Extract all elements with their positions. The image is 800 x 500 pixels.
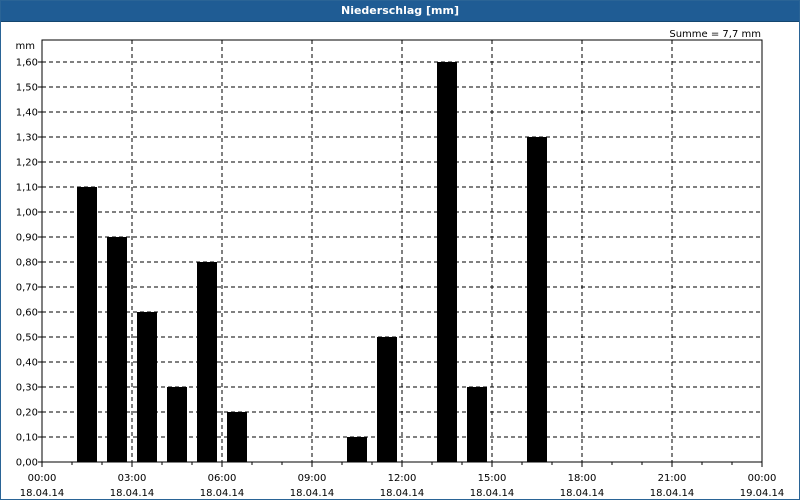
precipitation-bar <box>347 437 367 462</box>
y-tick-label: 1,50 <box>16 83 38 94</box>
x-tick-time-label: 06:00 <box>208 473 237 484</box>
precipitation-bar <box>167 387 187 462</box>
y-tick-label: 0,30 <box>16 383 38 394</box>
precipitation-bar <box>437 62 457 462</box>
y-tick-label: 0,00 <box>16 458 38 469</box>
precipitation-chart: mm Summe = 7,7 mm 0,00 0,10 0,20 0,30 0,40 0,… <box>16 29 785 499</box>
sum-label: Summe = 7,7 mm <box>669 29 761 40</box>
y-tick-label: 1,20 <box>16 158 38 169</box>
x-tick-date-label: 18.04.14 <box>470 488 515 499</box>
x-tick-date-label: 18.04.14 <box>110 488 155 499</box>
x-tick-time-label: 00:00 <box>28 473 57 484</box>
x-tick-date-label: 18.04.14 <box>560 488 605 499</box>
x-tick-time-label: 21:00 <box>658 473 687 484</box>
x-tick-date-label: 18.04.14 <box>20 488 65 499</box>
y-axis-unit: mm <box>16 41 35 52</box>
y-tick-label: 1,00 <box>16 208 38 219</box>
y-tick-label: 1,40 <box>16 108 38 119</box>
x-tick-time-label: 03:00 <box>118 473 147 484</box>
y-tick-label: 0,70 <box>16 283 38 294</box>
x-tick-time-label: 00:00 <box>748 473 777 484</box>
y-tick-label: 0,80 <box>16 258 38 269</box>
y-tick-label: 1,60 <box>16 58 38 69</box>
x-tick-time-label: 09:00 <box>298 473 327 484</box>
y-tick-label: 1,10 <box>16 183 38 194</box>
x-tick-time-label: 12:00 <box>388 473 417 484</box>
y-tick-label: 0,20 <box>16 408 38 419</box>
x-tick-time-label: 18:00 <box>568 473 597 484</box>
precipitation-bar <box>527 137 547 462</box>
x-tick-date-label: 19.04.14 <box>740 488 785 499</box>
y-tick-label: 0,10 <box>16 433 38 444</box>
window-title: Niederschlag [mm] <box>1 1 799 22</box>
x-tick-date-label: 18.04.14 <box>290 488 335 499</box>
x-tick-date-label: 18.04.14 <box>650 488 695 499</box>
precipitation-bar <box>77 187 97 462</box>
x-tick-date-label: 18.04.14 <box>200 488 245 499</box>
chart-window: Niederschlag [mm] mm Summe = 7,7 mm 0,00… <box>0 0 800 500</box>
x-tick-date-label: 18.04.14 <box>380 488 425 499</box>
y-tick-label: 0,90 <box>16 233 38 244</box>
y-tick-label: 0,40 <box>16 358 38 369</box>
precipitation-bar <box>137 312 157 462</box>
y-tick-label: 0,50 <box>16 333 38 344</box>
precipitation-bar <box>197 262 217 462</box>
y-tick-label: 0,60 <box>16 308 38 319</box>
precipitation-bar <box>107 237 127 462</box>
x-tick-time-label: 15:00 <box>478 473 507 484</box>
precipitation-bar <box>227 412 247 462</box>
precipitation-bar <box>467 387 487 462</box>
y-tick-label: 1,30 <box>16 133 38 144</box>
precipitation-bar <box>377 337 397 462</box>
